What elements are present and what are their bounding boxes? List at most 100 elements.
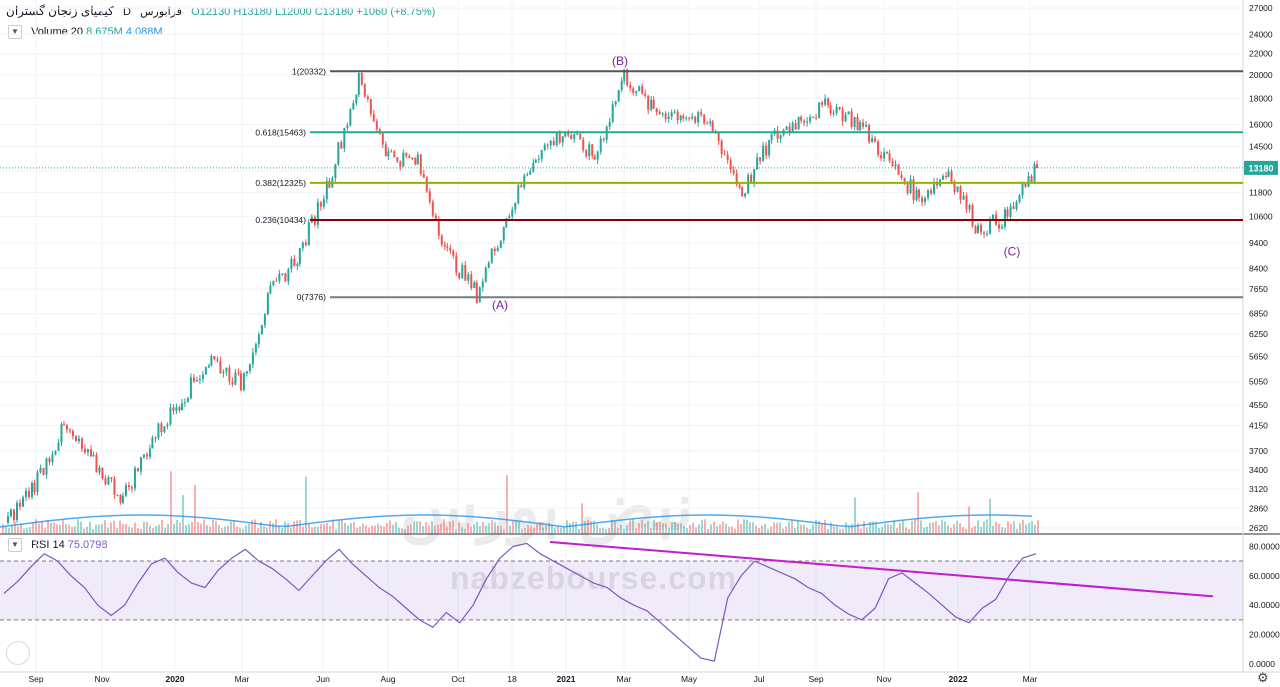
candle-body — [874, 138, 877, 142]
volume-bar — [836, 526, 838, 533]
candle-body — [579, 133, 582, 140]
candle-body — [408, 156, 411, 158]
candle-body — [369, 99, 372, 115]
volume-bar — [251, 520, 253, 533]
volume-bar — [245, 525, 247, 533]
candle-body — [139, 457, 142, 472]
candle-body — [959, 186, 962, 200]
volume-bar — [458, 522, 460, 533]
volume-bar — [464, 528, 466, 533]
volume-bar — [269, 521, 271, 533]
volume-bar — [767, 528, 769, 533]
candle-body — [514, 203, 517, 210]
volume-bar — [1031, 521, 1033, 533]
candle-body — [416, 154, 419, 165]
volume-bar — [935, 521, 937, 533]
candle-body — [275, 280, 278, 282]
fib-level-label: 0.236(10434) — [255, 215, 306, 225]
candle-body — [924, 197, 927, 202]
candle-body — [753, 169, 756, 184]
volume-bar — [602, 527, 604, 533]
volume-bar — [2, 524, 4, 533]
candle-body — [582, 139, 585, 150]
volume-bar — [62, 519, 64, 533]
volume-bar — [1037, 520, 1039, 533]
volume-bar — [413, 521, 415, 533]
candle-body — [794, 123, 797, 130]
volume-bar — [293, 521, 295, 533]
volume-bar — [1004, 527, 1006, 533]
volume-bar — [203, 519, 205, 533]
volume-bar — [224, 526, 226, 533]
volume-bar — [821, 522, 823, 533]
candle-body — [945, 175, 948, 177]
volume-bar — [770, 526, 772, 533]
volume-bar — [209, 526, 211, 533]
chart-canvas[interactable]: 2700024000220002000018000160001450013000… — [0, 0, 1280, 687]
candle-body — [511, 209, 514, 217]
candle-body — [470, 274, 473, 289]
volume-bar — [233, 519, 235, 533]
volume-bar — [296, 520, 298, 533]
volume-bar — [518, 521, 520, 533]
fib-level-label: 0.618(15463) — [255, 127, 306, 137]
candle-body — [540, 150, 543, 160]
wave-label: (B) — [612, 54, 628, 68]
volume-bar — [152, 528, 154, 533]
volume-bar — [368, 527, 370, 533]
volume-bar — [158, 524, 160, 533]
volume-bar — [800, 524, 802, 533]
price-tick-label: 20000 — [1249, 70, 1273, 80]
volume-bar — [437, 524, 439, 533]
candle-body — [644, 93, 647, 96]
candle-body — [965, 195, 968, 210]
candle-body — [192, 377, 195, 382]
volume-bar — [965, 528, 967, 533]
time-tick-label: Mar — [617, 674, 632, 684]
candle-body — [723, 154, 726, 156]
candle-body — [290, 259, 293, 270]
volume-bar — [686, 528, 688, 533]
candle-body — [827, 98, 830, 106]
volume-bar — [266, 527, 268, 533]
candle-body — [706, 123, 709, 125]
candle-body — [738, 184, 741, 188]
volume-bar — [719, 524, 721, 533]
volume-bar — [542, 527, 544, 533]
volume-bar — [86, 526, 88, 533]
volume-bar — [347, 525, 349, 533]
volume-bar — [407, 525, 409, 533]
volume-bar — [812, 524, 814, 533]
volume-bar — [71, 526, 73, 533]
volume-bar — [557, 526, 559, 533]
gear-icon[interactable]: ⚙ — [1257, 671, 1269, 684]
volume-bar — [842, 528, 844, 533]
volume-bar — [239, 527, 241, 533]
volume-bar — [917, 492, 919, 533]
candle-body — [130, 487, 133, 489]
candle-body — [629, 85, 632, 89]
candle-body — [166, 424, 169, 427]
candle-body — [950, 171, 953, 182]
volume-bar — [32, 522, 34, 533]
candle-body — [22, 497, 24, 507]
candle-body — [1021, 183, 1024, 196]
candle-body — [175, 407, 178, 411]
candle-body — [1009, 206, 1012, 217]
candle-body — [293, 259, 296, 266]
candle-body — [65, 425, 68, 430]
volume-bar — [986, 519, 988, 533]
candle-body — [419, 154, 422, 175]
volume-bar — [155, 525, 157, 533]
candle-body — [888, 153, 891, 161]
candle-body — [520, 185, 523, 188]
volume-bar — [290, 527, 292, 533]
volume-bar — [362, 523, 364, 533]
candle-body — [80, 438, 83, 449]
volume-bar — [506, 475, 508, 533]
candle-body — [573, 134, 576, 139]
volume-bar — [605, 528, 607, 533]
candle-body — [296, 264, 299, 266]
volume-bar — [677, 523, 679, 533]
volume-bar — [902, 520, 904, 533]
